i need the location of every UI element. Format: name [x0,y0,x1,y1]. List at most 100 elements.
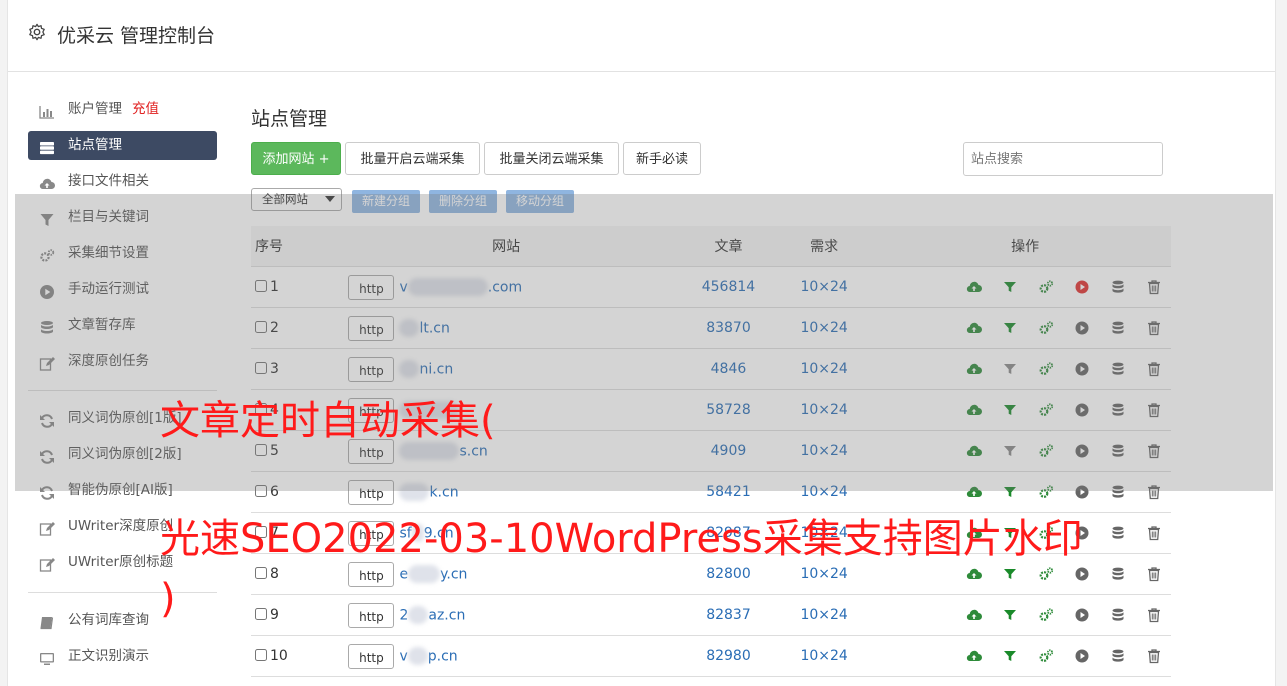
site-domain[interactable]: .com [488,279,522,295]
sidebar-item-4[interactable]: 采集细节设置 [28,239,217,268]
trash-icon[interactable] [1146,607,1162,623]
article-count[interactable]: 83870 [687,307,770,349]
play-circle-icon[interactable] [1074,566,1090,582]
filter-icon[interactable] [1002,607,1018,623]
demand-value[interactable]: 10×24 [769,389,880,431]
move-group-button[interactable]: 移动分组 [506,190,574,213]
article-count[interactable]: 58728 [687,389,770,431]
filter-icon[interactable] [1002,320,1018,336]
site-domain[interactable]: az.cn [428,607,465,623]
cogs-icon[interactable] [1038,361,1054,377]
cogs-icon[interactable] [1038,443,1054,459]
trash-icon[interactable] [1146,525,1162,541]
trash-icon[interactable] [1146,320,1162,336]
site-domain[interactable]: y.cn [440,566,467,582]
play-circle-icon[interactable] [1074,607,1090,623]
article-count[interactable]: 82837 [687,594,770,636]
trash-icon[interactable] [1146,648,1162,664]
gear-icon[interactable] [28,23,46,41]
article-count[interactable]: 4909 [687,430,770,472]
trash-icon[interactable] [1146,279,1162,295]
row-checkbox[interactable] [255,485,267,497]
sidebar-item-13[interactable]: 公有词库查询 [28,606,217,635]
sidebar-item-10[interactable]: 智能伪原创[AI版] [28,476,217,505]
article-count[interactable]: 4846 [687,348,770,390]
article-count[interactable]: 82980 [687,635,770,677]
trash-icon[interactable] [1146,484,1162,500]
database-icon[interactable] [1110,525,1126,541]
site-domain[interactable]: ni.cn [419,361,453,377]
cloud-upload-icon[interactable] [966,279,983,295]
cloud-upload-icon[interactable] [966,402,983,418]
row-checkbox[interactable] [255,362,267,374]
site-search-input[interactable] [963,142,1163,176]
cogs-icon[interactable] [1038,648,1054,664]
filter-icon[interactable] [1002,484,1018,500]
protocol-badge[interactable]: http [348,479,395,505]
filter-icon[interactable] [1002,402,1018,418]
delete-group-button[interactable]: 删除分组 [429,190,497,213]
row-checkbox[interactable] [255,280,267,292]
sidebar-item-6[interactable]: 文章暂存库 [28,311,217,340]
sidebar-item-3[interactable]: 栏目与关键词 [28,203,217,232]
demand-value[interactable]: 10×24 [769,594,880,636]
trash-icon[interactable] [1146,402,1162,418]
trash-icon[interactable] [1146,566,1162,582]
cloud-upload-icon[interactable] [966,566,983,582]
recharge-link[interactable]: 充值 [132,95,159,124]
new-group-button[interactable]: 新建分组 [352,190,420,213]
newbie-guide-button[interactable]: 新手必读 [623,142,701,175]
add-site-button[interactable]: 添加网站 + [251,142,341,175]
sidebar-item-9[interactable]: 同义词伪原创[2版] [28,440,217,469]
sidebar-item-14[interactable]: 正文识别演示 [28,642,217,671]
database-icon[interactable] [1110,607,1126,623]
row-checkbox[interactable] [255,444,267,456]
protocol-badge[interactable]: http [348,561,395,587]
site-prefix[interactable]: e [399,566,408,582]
demand-value[interactable]: 10×24 [769,307,880,349]
batch-close-cloud-button[interactable]: 批量关闭云端采集 [484,142,619,175]
play-circle-icon[interactable] [1074,320,1090,336]
database-icon[interactable] [1110,361,1126,377]
site-domain[interactable]: k.cn [429,484,458,500]
row-checkbox[interactable] [255,608,267,620]
protocol-badge[interactable]: http [348,602,395,628]
filter-icon[interactable] [1002,648,1018,664]
row-checkbox[interactable] [255,321,267,333]
database-icon[interactable] [1110,566,1126,582]
database-icon[interactable] [1110,402,1126,418]
database-icon[interactable] [1110,648,1126,664]
database-icon[interactable] [1110,443,1126,459]
sidebar-item-2[interactable]: 接口文件相关 [28,167,217,196]
site-domain[interactable]: lt.cn [419,320,449,336]
filter-icon[interactable] [1002,279,1018,295]
database-icon[interactable] [1110,279,1126,295]
cloud-upload-icon[interactable] [966,648,983,664]
sidebar-item-1[interactable]: 站点管理 [28,131,217,160]
cloud-upload-icon[interactable] [966,361,983,377]
cogs-icon[interactable] [1038,279,1054,295]
article-count[interactable]: 456814 [687,266,770,308]
cogs-icon[interactable] [1038,402,1054,418]
play-circle-icon[interactable] [1074,484,1090,500]
sidebar-item-7[interactable]: 深度原创任务 [28,347,217,376]
site-prefix[interactable]: v [399,279,407,295]
protocol-badge[interactable]: http [348,643,395,669]
group-select[interactable]: 全部网站 [251,188,342,211]
row-checkbox[interactable] [255,649,267,661]
play-circle-icon[interactable] [1074,443,1090,459]
demand-value[interactable]: 10×24 [769,430,880,472]
filter-icon[interactable] [1002,566,1018,582]
database-icon[interactable] [1110,484,1126,500]
play-circle-icon[interactable] [1074,648,1090,664]
site-domain[interactable]: s.cn [459,443,487,459]
cloud-upload-icon[interactable] [966,320,983,336]
site-prefix[interactable]: 2 [399,607,408,623]
cogs-icon[interactable] [1038,566,1054,582]
row-checkbox[interactable] [255,567,267,579]
database-icon[interactable] [1110,320,1126,336]
demand-value[interactable]: 10×24 [769,471,880,513]
filter-icon[interactable] [1002,361,1018,377]
protocol-badge[interactable]: http [348,356,395,382]
article-count[interactable]: 58421 [687,471,770,513]
